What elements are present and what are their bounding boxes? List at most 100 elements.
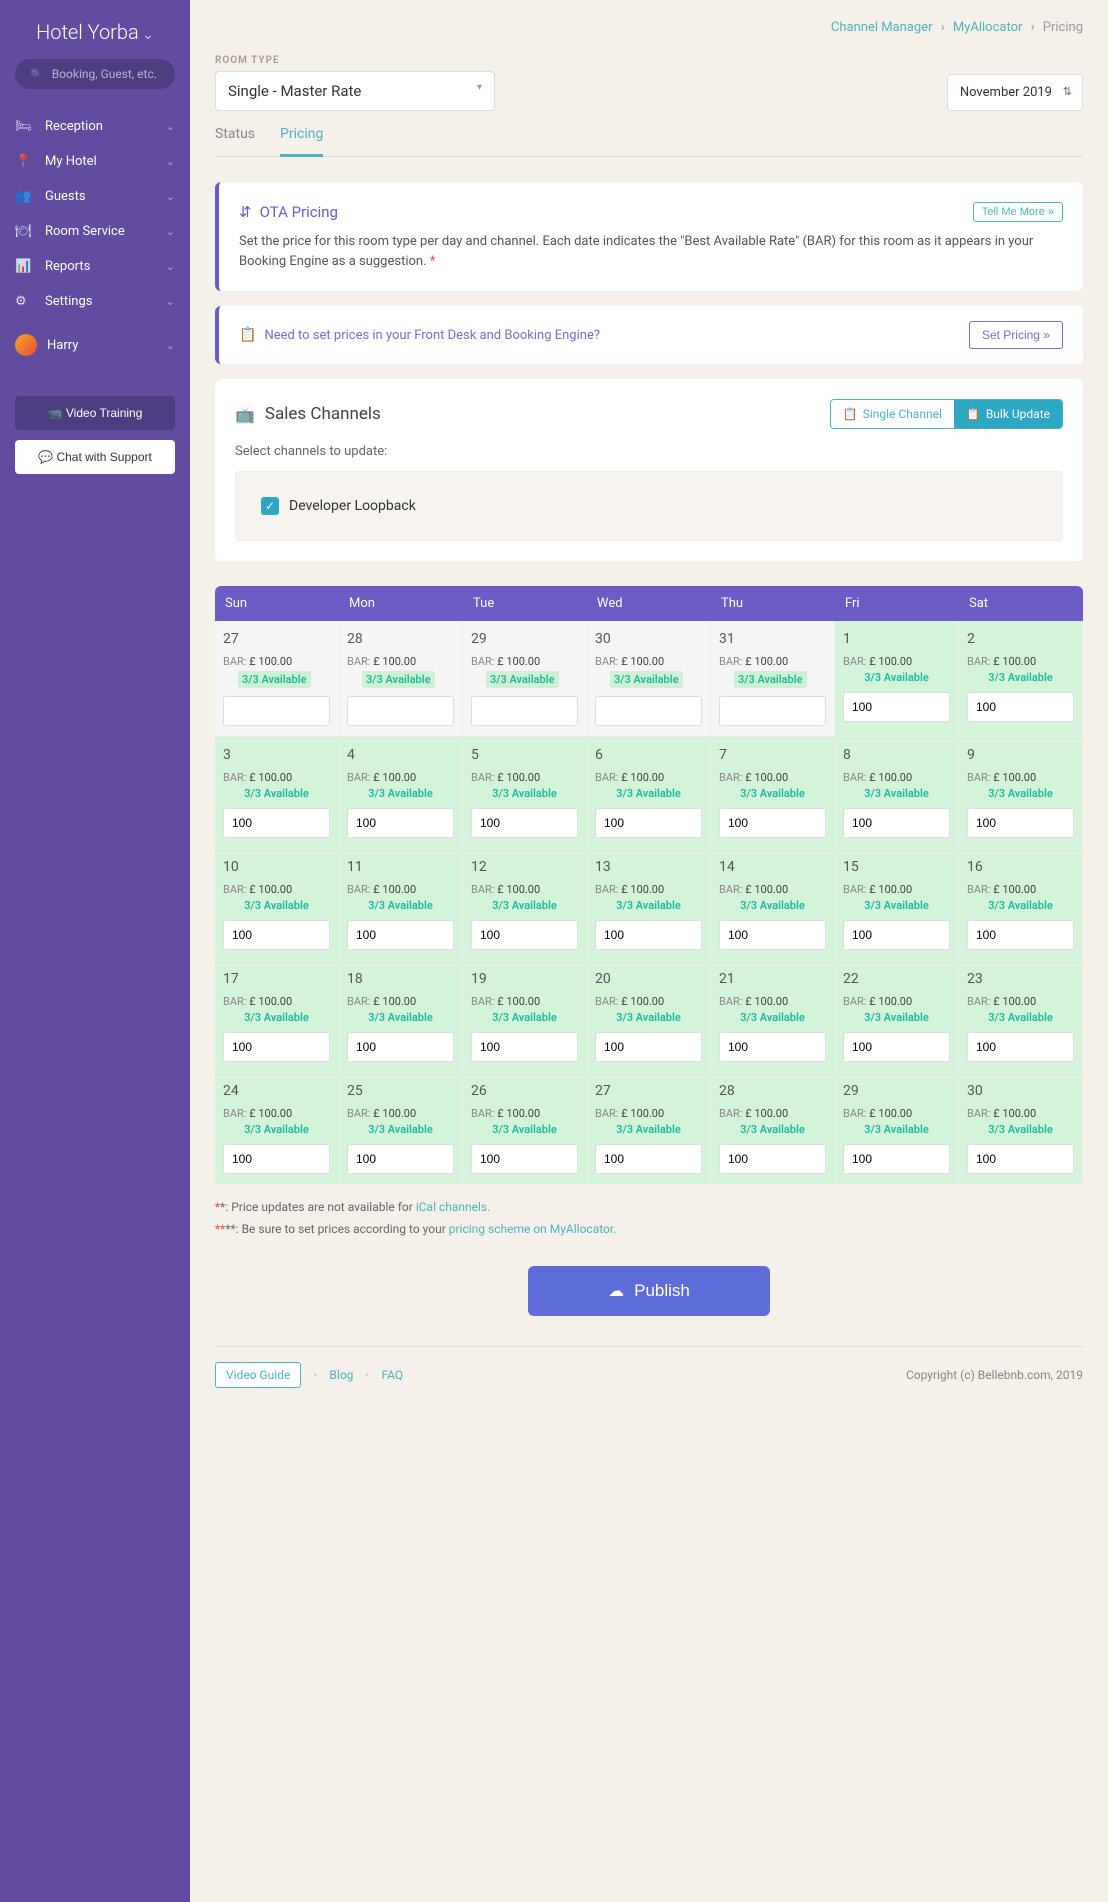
price-input[interactable] [347, 1144, 454, 1174]
price-input[interactable] [223, 1032, 330, 1062]
price-input[interactable] [967, 1144, 1074, 1174]
price-input[interactable] [967, 808, 1074, 838]
blog-link[interactable]: Blog [329, 1368, 353, 1382]
calendar-date: 27 [223, 631, 330, 647]
nav-label: Guests [45, 189, 86, 204]
availability-badge: 3/3 Available [734, 671, 807, 688]
calendar-cell: 20BAR: £ 100.003/3 Available [587, 961, 711, 1073]
nav-item-my-hotel[interactable]: 📍My Hotel [0, 144, 190, 179]
price-input[interactable] [595, 920, 702, 950]
price-input[interactable] [843, 1144, 950, 1174]
set-pricing-button[interactable]: Set Pricing » [969, 321, 1063, 349]
price-input[interactable] [347, 696, 454, 726]
calendar-date: 5 [471, 747, 578, 763]
calendar-cell: 17BAR: £ 100.003/3 Available [215, 961, 339, 1073]
channel-checkbox[interactable]: ✓ [261, 497, 279, 515]
price-input[interactable] [719, 920, 826, 950]
price-input[interactable] [595, 1144, 702, 1174]
ical-link[interactable]: iCal channels. [416, 1200, 490, 1214]
bar-rate: BAR: £ 100.00 [967, 655, 1074, 668]
price-input[interactable] [347, 920, 454, 950]
channel-mode-toggle: 📋 Single Channel 📋 Bulk Update [830, 399, 1063, 429]
bulk-update-toggle[interactable]: 📋 Bulk Update [954, 400, 1062, 428]
price-input[interactable] [719, 1032, 826, 1062]
nav-item-reception[interactable]: 🛏Reception [0, 109, 190, 144]
price-input[interactable] [719, 808, 826, 838]
nav-item-reports[interactable]: 📊Reports [0, 249, 190, 284]
calendar-cell: 25BAR: £ 100.003/3 Available [339, 1073, 463, 1185]
user-menu[interactable]: Harry [0, 324, 190, 366]
price-input[interactable] [967, 692, 1074, 722]
price-input[interactable] [967, 1032, 1074, 1062]
price-input[interactable] [223, 696, 330, 726]
price-input[interactable] [595, 1032, 702, 1062]
price-input[interactable] [471, 696, 578, 726]
chat-support-button[interactable]: 💬 Chat with Support [15, 440, 175, 474]
search-input[interactable]: Booking, Guest, etc. [15, 59, 175, 89]
price-input[interactable] [843, 692, 950, 722]
bar-rate: BAR: £ 100.00 [843, 883, 950, 896]
month-select[interactable]: November 2019 [947, 74, 1083, 111]
price-input[interactable] [223, 920, 330, 950]
nav-item-guests[interactable]: 👥Guests [0, 179, 190, 214]
publish-button[interactable]: Publish [528, 1266, 770, 1316]
sales-title: Sales Channels [235, 404, 381, 424]
nav-item-settings[interactable]: ⚙Settings [0, 284, 190, 319]
price-input[interactable] [719, 1144, 826, 1174]
calendar-date: 28 [347, 631, 454, 647]
ota-description: Set the price for this room type per day… [239, 232, 1063, 271]
price-input[interactable] [843, 808, 950, 838]
breadcrumb-myallocator[interactable]: MyAllocator [953, 20, 1023, 35]
hotel-selector[interactable]: Hotel Yorba [0, 20, 190, 44]
bar-rate: BAR: £ 100.00 [843, 995, 950, 1008]
calendar-cell: 16BAR: £ 100.003/3 Available [959, 849, 1083, 961]
price-input[interactable] [223, 808, 330, 838]
tab-status[interactable]: Status [215, 126, 255, 156]
price-input[interactable] [347, 808, 454, 838]
price-input[interactable] [471, 808, 578, 838]
price-input[interactable] [967, 920, 1074, 950]
price-input[interactable] [471, 920, 578, 950]
nav-item-room-service[interactable]: 🍽Room Service [0, 214, 190, 249]
calendar-cell: 27BAR: £ 100.003/3 Available [587, 1073, 711, 1185]
price-input[interactable] [223, 1144, 330, 1174]
ota-pricing-card: OTA Pricing Tell Me More » Set the price… [215, 182, 1083, 291]
video-training-button[interactable]: 📹 Video Training [15, 396, 175, 430]
calendar-date: 31 [719, 631, 826, 647]
availability-badge: 3/3 Available [967, 671, 1074, 684]
tab-pricing[interactable]: Pricing [280, 126, 323, 157]
video-guide-button[interactable]: Video Guide [215, 1362, 301, 1388]
channel-label: Developer Loopback [289, 498, 416, 514]
breadcrumb-channel-manager[interactable]: Channel Manager [831, 20, 933, 35]
calendar-date: 9 [967, 747, 1074, 763]
faq-link[interactable]: FAQ [381, 1368, 403, 1382]
room-type-select[interactable]: Single - Master Rate [215, 71, 495, 111]
nav-label: Reports [45, 259, 90, 274]
price-input[interactable] [347, 1032, 454, 1062]
price-input[interactable] [471, 1032, 578, 1062]
prompt-text: Need to set prices in your Front Desk an… [239, 327, 600, 343]
availability-badge: 3/3 Available [967, 1123, 1074, 1136]
nav-label: Reception [45, 119, 103, 134]
bar-rate: BAR: £ 100.00 [595, 771, 702, 784]
bar-rate: BAR: £ 100.00 [595, 1107, 702, 1120]
bar-rate: BAR: £ 100.00 [595, 883, 702, 896]
availability-badge: 3/3 Available [595, 787, 702, 800]
availability-badge: 3/3 Available [347, 1011, 454, 1024]
nav-label: Settings [45, 294, 92, 309]
availability-badge: 3/3 Available [347, 787, 454, 800]
room-type-label: ROOM TYPE [215, 55, 495, 66]
tell-me-more-button[interactable]: Tell Me More » [973, 202, 1063, 222]
availability-badge: 3/3 Available [843, 899, 950, 912]
price-input[interactable] [595, 808, 702, 838]
price-input[interactable] [843, 1032, 950, 1062]
single-channel-toggle[interactable]: 📋 Single Channel [831, 400, 954, 428]
bar-rate: BAR: £ 100.00 [223, 655, 330, 668]
price-input[interactable] [471, 1144, 578, 1174]
calendar-date: 30 [595, 631, 702, 647]
price-input[interactable] [719, 696, 826, 726]
price-input[interactable] [595, 696, 702, 726]
pricing-scheme-link[interactable]: pricing scheme on MyAllocator. [449, 1222, 617, 1236]
price-input[interactable] [843, 920, 950, 950]
calendar-cell: 11BAR: £ 100.003/3 Available [339, 849, 463, 961]
